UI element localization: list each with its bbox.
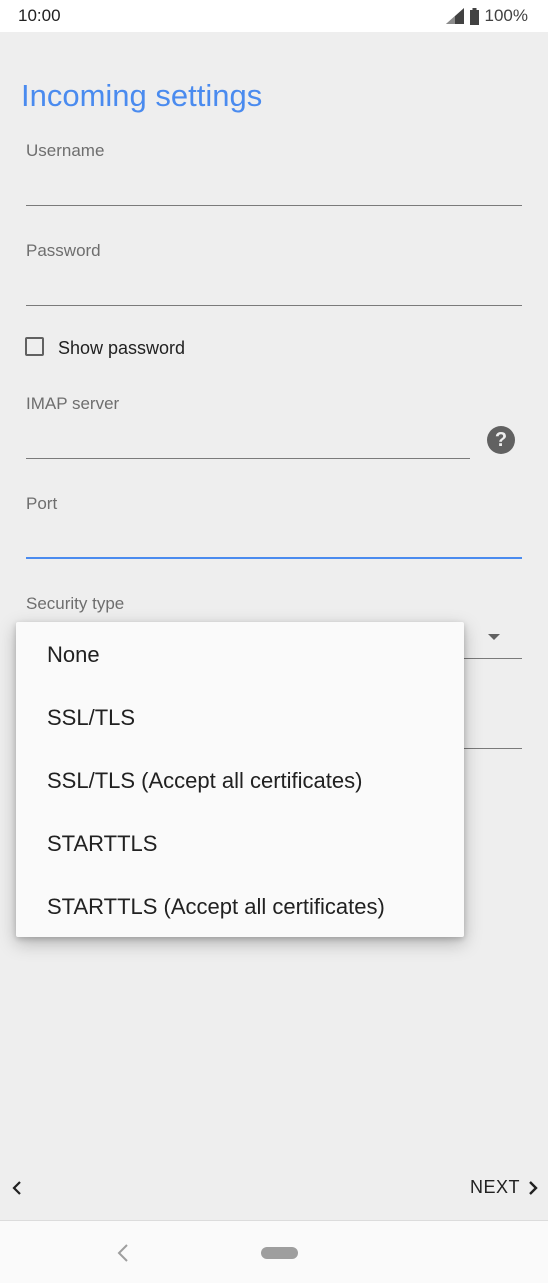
battery-icon: [469, 7, 479, 25]
imap-server-label: IMAP server: [26, 394, 120, 413]
back-chevron-icon[interactable]: [6, 1176, 30, 1200]
system-nav-bar: [0, 1220, 548, 1283]
menu-option-starttls-accept-all[interactable]: STARTTLS (Accept all certificates): [47, 894, 385, 920]
username-field[interactable]: [26, 205, 522, 206]
username-label: Username: [26, 141, 105, 160]
menu-option-starttls[interactable]: STARTTLS: [47, 831, 157, 857]
security-type-label: Security type: [26, 594, 125, 613]
next-label: NEXT: [469, 1177, 520, 1197]
menu-option-none[interactable]: None: [47, 642, 100, 668]
chevron-right-icon: [529, 1180, 538, 1195]
port-field[interactable]: [26, 557, 522, 559]
port-label: Port: [26, 494, 58, 513]
security-type-menu: None SSL/TLS SSL/TLS (Accept all certifi…: [16, 622, 464, 937]
show-password-label[interactable]: Show password: [58, 338, 185, 359]
status-time: 10:00: [18, 6, 61, 25]
home-button[interactable]: [261, 1247, 298, 1259]
imap-server-field[interactable]: [26, 458, 470, 459]
page-title: Incoming settings: [21, 78, 263, 113]
battery-percent: 100%: [484, 6, 528, 25]
menu-option-ssl-tls-accept-all[interactable]: SSL/TLS (Accept all certificates): [47, 768, 362, 794]
next-button[interactable]: NEXT: [470, 1177, 540, 1198]
status-icons: 100%: [445, 6, 528, 26]
status-bar: 10:00 100%: [0, 0, 548, 32]
menu-option-ssl-tls[interactable]: SSL/TLS: [47, 705, 135, 731]
password-label: Password: [26, 241, 101, 260]
show-password-checkbox[interactable]: [25, 337, 44, 356]
password-field[interactable]: [26, 305, 522, 306]
help-icon[interactable]: ?: [487, 426, 515, 454]
system-back-icon[interactable]: [114, 1243, 132, 1263]
chevron-down-icon[interactable]: [488, 634, 500, 640]
signal-icon: [445, 8, 464, 24]
